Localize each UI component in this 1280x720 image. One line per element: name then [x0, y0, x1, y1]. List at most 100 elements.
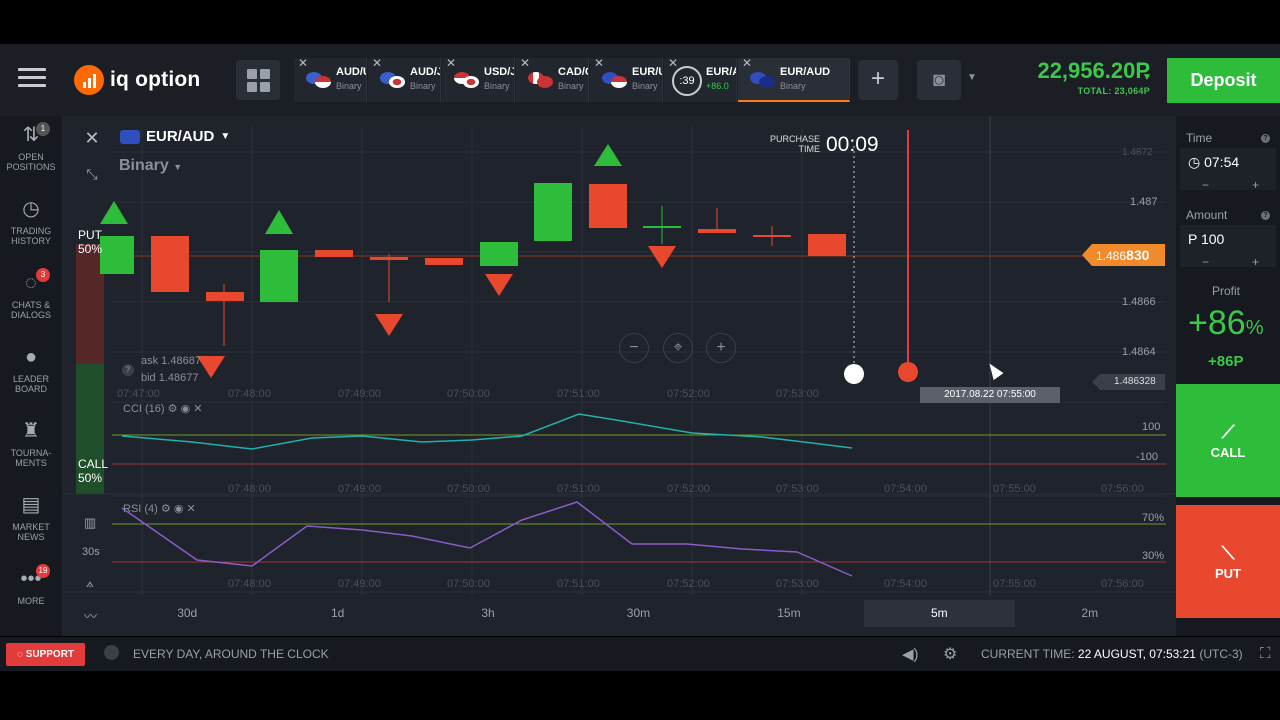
help-icon[interactable]: ? — [1261, 134, 1270, 143]
decrease-time-button[interactable]: − — [1202, 178, 1209, 192]
cci-indicator[interactable]: CCI (16) ⚙ ◉ ✕ — [123, 402, 202, 415]
increase-time-button[interactable]: + — [1252, 178, 1259, 192]
put-button[interactable]: ⟍ PUT — [1176, 505, 1280, 618]
sidebar-item-label: TOURNA-MENTS — [10, 448, 52, 468]
period-option-active[interactable]: 5m — [864, 600, 1015, 627]
current-price-suffix: 830 — [1126, 247, 1150, 263]
chevron-down-icon: ▼ — [173, 162, 183, 172]
time-field[interactable]: ◷ 07:54 − + — [1180, 148, 1276, 192]
period-selector: 30d 1d 3h 30m 15m 5m 2m — [112, 600, 1165, 627]
close-tab-icon[interactable]: ✕ — [372, 56, 382, 70]
logo-text: iq option — [110, 68, 201, 91]
close-icon[interactable]: ✕ — [80, 128, 104, 150]
period-option[interactable]: 30d — [112, 600, 262, 627]
candles — [100, 183, 846, 346]
bid-price: bid 1.48677 — [141, 372, 199, 384]
asset-tab[interactable]: ✕ USD/J Binary — [442, 56, 515, 102]
gear-icon[interactable]: ⚙ — [168, 403, 178, 415]
chart-canvas[interactable] — [62, 116, 1176, 636]
asset-tab[interactable]: ✕ AUD/J Binary — [368, 56, 441, 102]
close-icon[interactable]: ✕ — [193, 403, 202, 415]
asset-tab[interactable]: ✕ CAD/C Binary — [516, 56, 589, 102]
tab-pair: CAD/C — [558, 66, 588, 78]
collapse-icon[interactable]: ⤡ — [80, 166, 104, 190]
camera-icon[interactable]: ◙ — [917, 60, 961, 100]
gear-icon[interactable]: ⚙ — [161, 503, 171, 515]
drawing-tool-icon[interactable]: ⟑ — [86, 575, 94, 591]
sidebar-item-tournaments[interactable]: ♜ TOURNA-MENTS — [0, 420, 62, 468]
asset-grid-icon[interactable] — [236, 60, 280, 100]
period-option[interactable]: 15m — [714, 600, 864, 627]
zoom-out-button[interactable]: − — [619, 333, 649, 363]
candle — [643, 226, 681, 228]
sidebar-item-open-positions[interactable]: ⇅ 1 OPEN POSITIONS — [0, 122, 62, 172]
close-tab-icon[interactable]: ✕ — [594, 56, 604, 70]
indicators-icon[interactable]: 〰 — [84, 606, 97, 625]
asset-tab-active[interactable]: ✕ EUR/AUD Binary — [738, 56, 850, 102]
close-tab-icon[interactable]: ✕ — [298, 56, 308, 70]
period-option[interactable]: 30m — [563, 600, 713, 627]
time-tick: 07:48:00 — [228, 578, 271, 590]
recenter-button[interactable]: ⌖ — [663, 333, 693, 363]
balance-total: TOTAL: 23,064P — [1077, 86, 1150, 96]
asset-tab[interactable]: ✕ EUR/U Binary — [590, 56, 663, 102]
increase-amount-button[interactable]: + — [1252, 255, 1259, 269]
hamburger-menu-icon[interactable] — [18, 68, 46, 90]
sidebar-item-label: TRADING HISTORY — [10, 226, 52, 246]
eye-icon[interactable]: ◉ — [174, 503, 184, 515]
time-tick: 07:55:00 — [993, 483, 1036, 495]
option-type-selector[interactable]: Binary ▼ — [119, 157, 182, 175]
decrease-amount-button[interactable]: − — [1202, 255, 1209, 269]
rsi-line — [121, 501, 853, 577]
help-icon[interactable]: ? — [122, 364, 134, 376]
close-icon[interactable]: ✕ — [187, 503, 196, 515]
tab-pair: AUD/J — [410, 66, 440, 78]
add-asset-button[interactable]: + — [858, 60, 898, 100]
flag-icon — [454, 70, 480, 88]
period-option[interactable]: 2m — [1015, 600, 1165, 627]
deposit-button[interactable]: Deposit — [1167, 58, 1280, 103]
profit-percent-value: +86 — [1188, 304, 1246, 342]
amount-value[interactable]: P 100 — [1188, 231, 1224, 247]
fullscreen-icon[interactable]: ⛶ — [1260, 645, 1271, 662]
sidebar-item-trading-history[interactable]: ◷ TRADING HISTORY — [0, 198, 62, 246]
help-icon[interactable]: ? — [1261, 211, 1270, 220]
candle — [425, 258, 463, 265]
tab-pair: USD/J — [484, 66, 514, 78]
time-tick: 07:47:00 — [117, 388, 160, 400]
put-arrow-icon — [197, 356, 225, 378]
sidebar-item-leaderboard[interactable]: ● LEADER BOARD — [0, 346, 62, 394]
cci-level-label: 100 — [1142, 421, 1161, 433]
gear-icon[interactable]: ⚙ — [943, 644, 957, 664]
asset-tab[interactable]: ✕ :39 EUR/A +86.0 — [664, 56, 737, 102]
call-button[interactable]: ⟋ CALL — [1176, 384, 1280, 497]
asset-tab[interactable]: ✕ AUD/U Binary — [294, 56, 367, 102]
close-tab-icon[interactable]: ✕ — [668, 56, 678, 70]
sidebar-item-market-news[interactable]: ▤ MARKET NEWS — [0, 494, 62, 542]
leaderboard-icon: ● — [24, 346, 38, 368]
rsi-indicator[interactable]: RSI (4) ⚙ ◉ ✕ — [123, 502, 196, 515]
zoom-in-button[interactable]: + — [706, 333, 736, 363]
rsi-level-label: 70% — [1142, 512, 1165, 524]
close-tab-icon[interactable]: ✕ — [520, 56, 530, 70]
candle — [260, 250, 298, 302]
chart-area[interactable] — [62, 116, 1176, 636]
call-sentiment: CALL 50% — [78, 457, 108, 485]
period-option[interactable]: 3h — [413, 600, 563, 627]
eye-icon[interactable]: ◉ — [181, 403, 191, 415]
asset-selector[interactable]: EUR/AUD ▼ — [120, 128, 230, 145]
close-tab-icon[interactable]: ✕ — [742, 56, 752, 70]
sidebar-item-chats[interactable]: ◌ 3 CHATS & DIALOGS — [0, 268, 62, 320]
candle — [698, 229, 736, 233]
amount-field[interactable]: P 100 − + — [1180, 225, 1276, 269]
support-button[interactable]: ◌ SUPPORT — [6, 643, 85, 666]
chevron-down-icon[interactable]: ▼ — [967, 72, 977, 83]
period-option[interactable]: 1d — [262, 600, 412, 627]
chevron-down-icon[interactable]: ▼ — [1142, 72, 1152, 83]
candle-type-icon[interactable]: ▥ — [84, 515, 96, 531]
volume-icon[interactable]: ◀) — [902, 645, 919, 663]
close-tab-icon[interactable]: ✕ — [446, 56, 456, 70]
balance[interactable]: 22,956.20P TOTAL: 23,064P — [1000, 58, 1150, 96]
logo[interactable]: iq option — [74, 64, 200, 96]
candle-interval[interactable]: 30s — [82, 546, 100, 558]
